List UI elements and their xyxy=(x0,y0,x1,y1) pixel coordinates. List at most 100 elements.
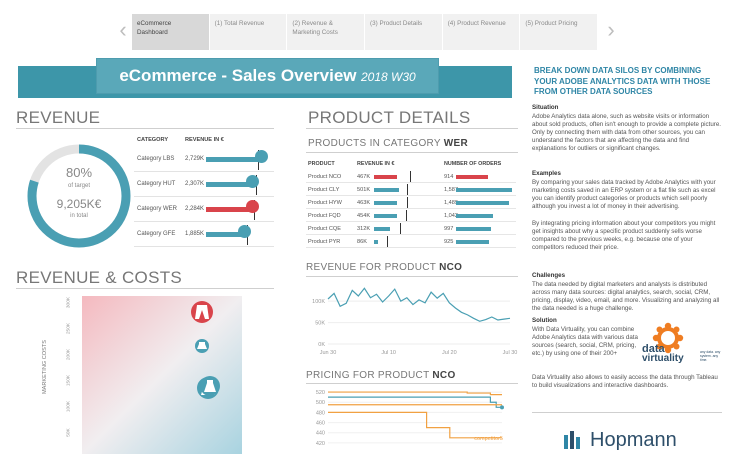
product-row-name: Product PYR xyxy=(308,239,341,245)
revenue-costs-ylabel-wrap: MARKETING COSTS xyxy=(41,330,49,410)
product-row-revenue-bar xyxy=(374,201,398,205)
product-row-orders-bar xyxy=(456,227,492,231)
dashboard-title-banner: eCommerce - Sales Overview 2018 W30 xyxy=(96,58,439,94)
revenue-row-value: 2,284K xyxy=(185,206,205,212)
product-row[interactable]: Product CLY 501K 1,587 xyxy=(306,183,516,196)
product-row[interactable]: Product CQE 312K 997 xyxy=(306,222,516,235)
revenue-section-title: REVENUE xyxy=(16,108,101,127)
revenue-row[interactable]: Category GFE 1,885K xyxy=(134,222,274,247)
products-in-category-prefix: PRODUCTS IN CATEGORY xyxy=(308,138,441,149)
revenue-target-donut[interactable] xyxy=(26,143,132,249)
revenue-row[interactable]: Category WER 2,284K xyxy=(134,197,274,222)
donut-percent: 80% xyxy=(65,165,93,180)
hopmann-logo: Hopmann xyxy=(564,428,724,454)
revenue-xtick-label: Jul 20 xyxy=(442,350,457,356)
challenges-text: The data needed by digital marketers and… xyxy=(532,281,720,313)
product-row-target-marker xyxy=(407,184,408,195)
product-row-name: Product CLY xyxy=(308,187,340,193)
product-row-revenue-bar xyxy=(374,214,397,218)
product-row-revenue: 454K xyxy=(357,213,371,219)
products-in-category-highlight: WER xyxy=(443,138,469,149)
pricing-for-product-divider xyxy=(306,383,518,384)
story-navigation: ‹ eCommerce Dashboard (1) Total Revenue … xyxy=(0,0,736,60)
scatter-point-lbs-visible[interactable] xyxy=(200,376,220,396)
product-row[interactable]: Product PYR 86K 925 xyxy=(306,235,516,248)
revenue-row-category-icon xyxy=(245,200,259,213)
next-arrow-icon[interactable]: › xyxy=(604,18,618,42)
revenue-costs-ylabel: MARKETING COSTS xyxy=(42,339,48,395)
revenue-for-product-title: REVENUE FOR PRODUCT NCO xyxy=(306,262,462,273)
pricing-ytick-label: 460 xyxy=(316,421,325,427)
revenue-costs-divider xyxy=(16,288,274,289)
story-tab-product-details[interactable]: (3) Product Details xyxy=(365,14,443,50)
revenue-row-value: 1,885K xyxy=(185,231,205,237)
dv-logo-word-2: virtuality xyxy=(642,353,684,364)
revenue-col-revenue: REVENUE IN € xyxy=(185,137,224,143)
revenue-row-category: Category GFE xyxy=(137,231,176,237)
revenue-row-category: Category HUT xyxy=(137,181,176,187)
story-tab-total-revenue[interactable]: (1) Total Revenue xyxy=(209,14,288,50)
hopmann-wordmark: Hopmann xyxy=(590,429,677,451)
story-tab-revenue-marketing[interactable]: (2) Revenue & Marketing Costs xyxy=(287,14,366,50)
product-row-orders: 925 xyxy=(444,239,454,245)
pricing-for-product-highlight: NCO xyxy=(432,370,456,381)
donut-total: 9,205K€ xyxy=(56,197,102,211)
revenue-costs-ytick: 50K xyxy=(66,428,72,437)
story-tabs: eCommerce Dashboard (1) Total Revenue (2… xyxy=(132,14,599,50)
products-subtitle-divider xyxy=(306,152,518,153)
product-row[interactable]: Product HYW 463K 1,489 xyxy=(306,196,516,209)
revenue-costs-ytick: 300K xyxy=(66,296,72,309)
revenue-ytick-label: 50K xyxy=(315,321,325,327)
revenue-row[interactable]: Category HUT 2,307K xyxy=(134,172,274,197)
info-panel-title: BREAK DOWN DATA SILOS BY COMBINING YOUR … xyxy=(534,66,711,96)
revenue-row[interactable]: Category LBS 2,729K xyxy=(134,147,274,172)
revenue-for-product-prefix: REVENUE FOR PRODUCT xyxy=(306,262,436,273)
product-row-orders-bar xyxy=(456,175,489,179)
pricing-series-line[interactable] xyxy=(328,411,502,439)
story-tab-product-pricing[interactable]: (5) Product Pricing xyxy=(520,14,599,50)
product-row-orders: 997 xyxy=(444,226,454,232)
pricing-ytick-label: 420 xyxy=(316,441,325,447)
pricing-for-product-title: PRICING FOR PRODUCT NCO xyxy=(306,370,456,381)
previous-arrow-icon[interactable]: ‹ xyxy=(116,18,130,42)
revenue-costs-extra-points xyxy=(200,376,220,396)
revenue-row-category-icon xyxy=(254,150,268,163)
revenue-divider xyxy=(16,128,274,129)
product-row-name: Product CQE xyxy=(308,226,341,232)
pricing-for-product-chart[interactable]: 520 500 480 460 440 420 competitor5 xyxy=(306,386,518,452)
hopmann-bars-icon xyxy=(564,431,580,449)
product-row-orders: 914 xyxy=(444,174,454,180)
product-row-orders-bar xyxy=(456,188,512,192)
product-row-revenue: 501K xyxy=(357,187,371,193)
revenue-series-line[interactable] xyxy=(327,287,511,322)
pricing-for-product-prefix: PRICING FOR PRODUCT xyxy=(306,370,430,381)
product-row-target-marker xyxy=(405,210,407,221)
product-row-target-marker xyxy=(386,236,388,247)
product-row-revenue-bar xyxy=(374,227,390,231)
story-tab-product-revenue[interactable]: (4) Product Revenue xyxy=(442,14,521,50)
pricing-current-price-dot xyxy=(500,405,504,410)
dashboard-period: 2018 W30 xyxy=(360,70,416,84)
product-row-target-marker xyxy=(410,171,411,182)
info-panel: BREAK DOWN DATA SILOS BY COMBINING YOUR … xyxy=(530,66,726,451)
products-col-orders: NUMBER OF ORDERS xyxy=(444,161,502,167)
revenue-costs-section-title: REVENUE & COSTS xyxy=(16,268,183,287)
product-row-orders-bar xyxy=(456,201,509,205)
examples-text-1: By comparing your sales data tracked by … xyxy=(532,179,716,211)
revenue-xtick-label: Jul 10 xyxy=(381,350,396,356)
revenue-row-category-icon xyxy=(246,175,260,188)
product-row-name: Product NCO xyxy=(308,174,342,180)
product-details-divider xyxy=(306,128,518,129)
product-row-target-marker xyxy=(407,197,408,208)
product-row[interactable]: Product NCO 467K 914 xyxy=(306,170,516,183)
product-row[interactable]: Product FQD 454K 1,042 xyxy=(306,209,516,222)
solution-text: With Data Virtuality, you can combine Ad… xyxy=(532,326,638,358)
examples-text-2: By integrating pricing information about… xyxy=(532,220,716,252)
product-row-revenue: 467K xyxy=(357,174,371,180)
story-tab-dashboard[interactable]: eCommerce Dashboard xyxy=(132,14,210,50)
challenges-heading: Challenges xyxy=(532,272,566,279)
solution-heading: Solution xyxy=(532,317,557,324)
revenue-for-product-chart[interactable]: 100K 50K 0K Jun 30 Jul 10 Jul 20 Jul 30 xyxy=(306,280,518,360)
donut-percent-caption: of target xyxy=(67,183,90,189)
product-row-revenue: 312K xyxy=(357,226,371,232)
